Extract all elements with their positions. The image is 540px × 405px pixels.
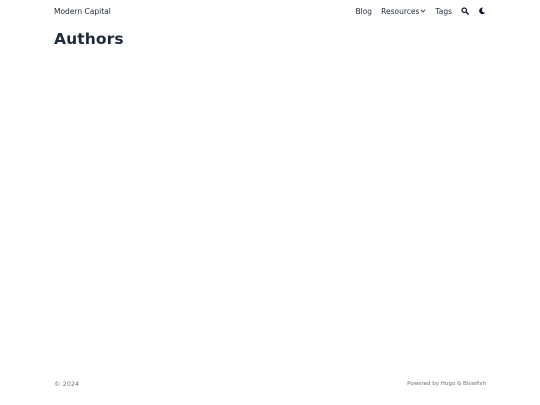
copyright-text: © 2024 [54,380,80,388]
search-button[interactable] [460,7,469,16]
theme-toggle-button[interactable] [477,7,486,16]
nav-resources-dropdown[interactable]: Resources [381,7,426,16]
moon-icon [478,7,485,15]
search-icon [460,7,469,15]
site-title-link[interactable]: Modern Capital [54,7,111,16]
page-title: Authors [54,30,124,48]
hugo-link[interactable]: Hugo [441,381,455,387]
nav-blog-link[interactable]: Blog [355,7,372,16]
site-header: Modern Capital Blog Resources Tags [54,0,486,22]
site-footer: © 2024 Powered by Hugo & Blowfish [54,378,486,390]
powered-by-text: Powered by Hugo & Blowfish [407,381,486,387]
nav-tags-link[interactable]: Tags [435,7,452,16]
blowfish-link[interactable]: Blowfish [463,381,486,387]
main-nav: Blog Resources Tags [355,7,486,16]
powered-by-prefix: Powered by [407,381,439,387]
chevron-down-icon [420,8,426,14]
nav-resources-label: Resources [381,6,420,16]
powered-by-ampersand: & [456,381,462,387]
